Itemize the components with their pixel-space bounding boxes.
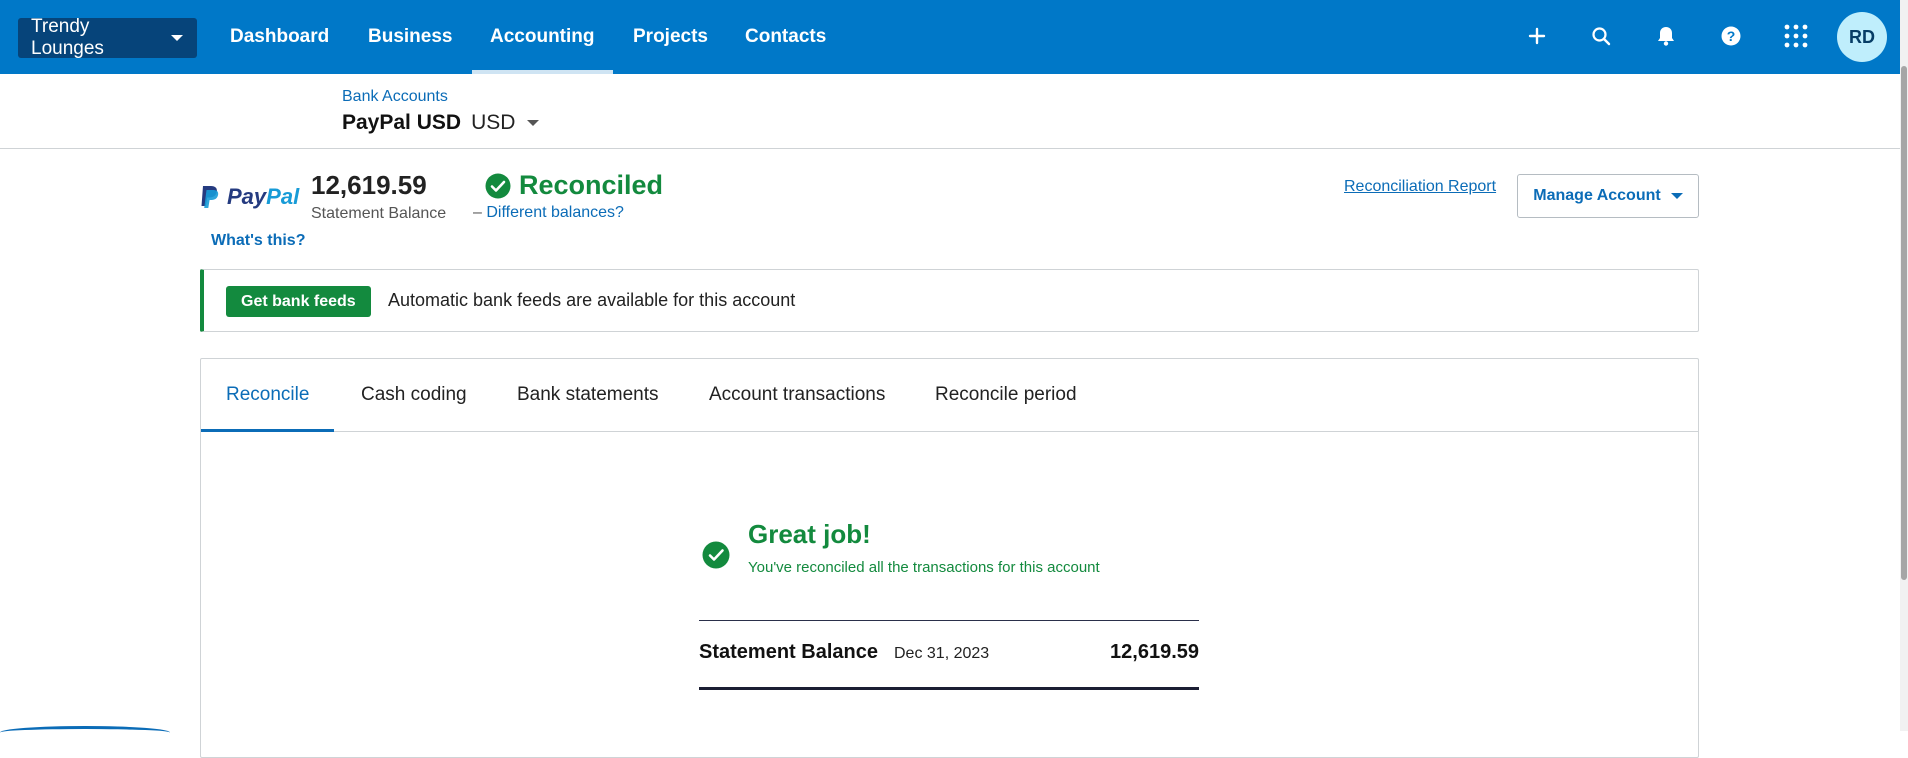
different-balances-label: Different balances? — [486, 204, 624, 221]
apps-grid-icon[interactable] — [1781, 21, 1811, 51]
different-balances-link[interactable]: – Different balances? — [473, 204, 624, 222]
check-circle-icon — [485, 173, 511, 198]
tab-label: Account transactions — [709, 384, 886, 405]
manage-account-label: Manage Account — [1533, 187, 1661, 204]
reconciled-status: Reconciled — [485, 170, 663, 201]
account-subheader: Bank Accounts PayPal USD USD — [0, 74, 1900, 149]
bell-icon[interactable] — [1651, 21, 1681, 51]
divider — [699, 620, 1199, 621]
paypal-logo-text-pal: Pal — [266, 184, 300, 209]
manage-account-button[interactable]: Manage Account — [1517, 174, 1699, 218]
bank-feeds-message: Automatic bank feeds are available for t… — [388, 290, 796, 310]
nav-tab-business[interactable]: Business — [350, 0, 470, 74]
paypal-logo: PayPal — [199, 184, 299, 210]
dash-prefix: – — [473, 204, 482, 221]
statement-balance-label: Statement Balance — [311, 205, 447, 222]
nav-tab-label: Projects — [633, 26, 708, 47]
paypal-logo-text-pay: Pay — [227, 184, 267, 209]
statement-balance-value: 12,619.59 — [311, 170, 427, 200]
account-name: PayPal USD — [342, 111, 462, 134]
get-bank-feeds-button[interactable]: Get bank feeds — [226, 286, 371, 317]
nav-tab-label: Dashboard — [230, 26, 330, 47]
tab-reconcile[interactable]: Reconcile — [201, 359, 335, 432]
help-icon[interactable]: ? — [1716, 21, 1746, 51]
success-check-icon — [702, 541, 730, 574]
nav-tab-contacts[interactable]: Contacts — [727, 0, 844, 74]
status-text: Reconciled — [519, 170, 664, 200]
great-job-subtitle: You've reconciled all the transactions f… — [748, 559, 1100, 576]
bank-feeds-banner: Get bank feeds Automatic bank feeds are … — [200, 269, 1699, 332]
reconcile-panel: Reconcile Cash coding Bank statements Ac… — [200, 358, 1699, 758]
top-navigation-bar: Trendy Lounges Dashboard Business Accoun… — [0, 0, 1908, 74]
reconciliation-report-link[interactable]: Reconciliation Report — [1344, 178, 1496, 196]
page-scrollbar[interactable] — [1900, 0, 1908, 731]
account-tabs: Reconcile Cash coding Bank statements Ac… — [201, 359, 1698, 432]
organisation-switcher[interactable]: Trendy Lounges — [18, 16, 197, 59]
paypal-p-icon — [201, 186, 219, 208]
tab-reconcile-period[interactable]: Reconcile period — [910, 359, 1102, 431]
divider-total — [699, 687, 1199, 690]
nav-tab-dashboard[interactable]: Dashboard — [212, 0, 347, 74]
tab-label: Cash coding — [361, 384, 467, 405]
search-icon[interactable] — [1586, 21, 1616, 51]
chevron-down-icon — [1670, 193, 1683, 199]
nav-tab-projects[interactable]: Projects — [615, 0, 726, 74]
floating-widget-edge[interactable] — [0, 726, 170, 739]
great-job-title: Great job! — [748, 519, 871, 549]
tab-label: Reconcile period — [935, 384, 1077, 405]
statement-balance-row-label: Statement Balance — [699, 641, 878, 663]
avatar[interactable]: RD — [1837, 12, 1887, 62]
nav-tab-label: Contacts — [745, 26, 827, 47]
svg-text:?: ? — [1727, 28, 1736, 44]
tab-label: Bank statements — [517, 384, 659, 405]
chevron-down-icon — [527, 120, 540, 126]
whats-this-link[interactable]: What's this? — [211, 232, 305, 250]
nav-tab-accounting[interactable]: Accounting — [472, 0, 613, 74]
chevron-down-icon — [171, 35, 183, 41]
breadcrumb-bank-accounts[interactable]: Bank Accounts — [342, 88, 448, 106]
tab-label: Reconcile — [226, 384, 310, 405]
statement-balance-date: Dec 31, 2023 — [894, 645, 990, 662]
nav-tab-label: Business — [368, 26, 453, 47]
organisation-name: Trendy Lounges — [31, 16, 104, 59]
nav-tab-label: Accounting — [490, 26, 595, 47]
account-selector[interactable]: PayPal USD USD — [342, 111, 540, 135]
account-currency: USD — [471, 111, 516, 134]
tab-bank-statements[interactable]: Bank statements — [492, 359, 684, 431]
plus-icon[interactable] — [1522, 21, 1552, 51]
statement-balance-row-value: 12,619.59 — [1110, 641, 1199, 663]
scrollbar-thumb[interactable] — [1901, 66, 1907, 580]
tab-cash-coding[interactable]: Cash coding — [336, 359, 492, 431]
tab-account-transactions[interactable]: Account transactions — [684, 359, 910, 431]
